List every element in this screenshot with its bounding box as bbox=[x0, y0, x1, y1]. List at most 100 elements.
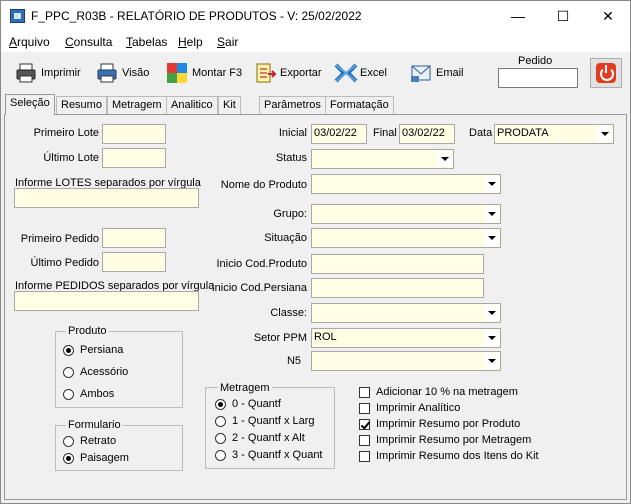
chevron-down-icon bbox=[437, 151, 452, 167]
metragem-option-0[interactable]: 0 - Quantf bbox=[215, 398, 281, 410]
check-imprimir-analitico[interactable]: Imprimir Analítico bbox=[359, 402, 460, 414]
menu-consulta[interactable]: Consulta bbox=[65, 35, 112, 49]
ultimo-pedido-label: Último Pedido bbox=[30, 257, 99, 269]
maximize-button[interactable]: ☐ bbox=[540, 1, 586, 32]
app-window: F_PPC_R03B - RELATÓRIO DE PRODUTOS - V: … bbox=[0, 0, 631, 504]
checkbox-icon bbox=[359, 386, 370, 398]
n5-select[interactable] bbox=[311, 351, 501, 371]
tab-metragem[interactable]: Metragem bbox=[107, 96, 167, 114]
primeiro-pedido-input[interactable] bbox=[102, 228, 166, 248]
classe-label: Classe: bbox=[270, 307, 307, 319]
formulario-option-paisagem[interactable]: Paisagem bbox=[63, 452, 129, 464]
email-button[interactable]: Email bbox=[410, 60, 464, 86]
tab-formatacao[interactable]: Formatação bbox=[325, 96, 394, 114]
check-adicionar-10[interactable]: Adicionar 10 % na metragem bbox=[359, 386, 518, 398]
email-icon bbox=[410, 62, 432, 84]
pedidos-list-input[interactable] bbox=[14, 291, 199, 311]
preview-printer-icon bbox=[96, 62, 118, 84]
menu-help[interactable]: Help bbox=[178, 35, 203, 49]
excel-label: Excel bbox=[360, 67, 387, 79]
excel-button[interactable]: Excel bbox=[334, 60, 387, 86]
ultimo-pedido-input[interactable] bbox=[102, 252, 166, 272]
inicial-date-input[interactable]: 03/02/22 bbox=[311, 124, 367, 144]
radio-selected-icon bbox=[63, 452, 74, 464]
nome-produto-select[interactable] bbox=[311, 174, 501, 194]
check-resumo-metragem[interactable]: Imprimir Resumo por Metragem bbox=[359, 434, 531, 446]
primeiro-pedido-label: Primeiro Pedido bbox=[20, 233, 99, 245]
exportar-button[interactable]: Exportar bbox=[254, 60, 322, 86]
metragem-option-1[interactable]: 1 - Quantf x Larg bbox=[215, 415, 315, 427]
power-button[interactable] bbox=[590, 58, 622, 88]
tab-parametros[interactable]: Parâmetros bbox=[259, 96, 326, 114]
inicio-cod-persiana-label: Inicio Cod.Persiana bbox=[211, 282, 307, 294]
radio-icon bbox=[215, 432, 226, 444]
close-button[interactable]: ✕ bbox=[585, 1, 631, 32]
data-label: Data bbox=[469, 127, 493, 139]
produto-group-title: Produto bbox=[66, 325, 109, 337]
menu-tabelas[interactable]: Tabelas bbox=[126, 35, 167, 49]
formulario-option-retrato[interactable]: Retrato bbox=[63, 435, 116, 447]
exportar-label: Exportar bbox=[280, 67, 322, 79]
n5-label: N5 bbox=[286, 355, 301, 367]
menu-arquivo[interactable]: Arquivo bbox=[9, 35, 50, 49]
imprimir-label: Imprimir bbox=[41, 67, 81, 79]
chevron-down-icon bbox=[484, 305, 499, 321]
tab-resumo[interactable]: Resumo bbox=[56, 96, 107, 114]
montar-button[interactable]: Montar F3 bbox=[166, 60, 242, 86]
puzzle-icon bbox=[166, 62, 188, 84]
printer-icon bbox=[15, 62, 37, 84]
chevron-down-icon bbox=[484, 230, 499, 246]
visao-label: Visão bbox=[122, 67, 150, 79]
status-label: Status bbox=[275, 152, 307, 164]
radio-icon bbox=[63, 388, 74, 400]
export-document-icon bbox=[254, 62, 278, 84]
classe-select[interactable] bbox=[311, 303, 501, 323]
inicio-cod-persiana-input[interactable] bbox=[311, 278, 484, 298]
radio-icon bbox=[63, 366, 74, 378]
inicio-cod-produto-label: Inicio Cod.Produto bbox=[216, 258, 308, 270]
grupo-select[interactable] bbox=[311, 204, 501, 224]
checkbox-icon bbox=[359, 450, 370, 462]
status-select[interactable] bbox=[311, 149, 454, 169]
check-resumo-produto[interactable]: Imprimir Resumo por Produto bbox=[359, 418, 520, 430]
lotes-list-input[interactable] bbox=[14, 188, 199, 208]
visao-button[interactable]: Visão bbox=[96, 60, 149, 86]
tab-selecao[interactable]: Seleção bbox=[5, 94, 55, 115]
ultimo-lote-input[interactable] bbox=[102, 148, 166, 168]
radio-selected-icon bbox=[215, 398, 226, 410]
ultimo-lote-label: Último Lote bbox=[43, 152, 99, 164]
produto-option-ambos[interactable]: Ambos bbox=[63, 388, 114, 400]
metragem-option-3[interactable]: 3 - Quantf x Quant bbox=[215, 449, 323, 461]
tab-kit[interactable]: Kit bbox=[218, 96, 241, 114]
pedido-input[interactable] bbox=[498, 68, 578, 88]
final-label: Final bbox=[373, 127, 397, 139]
chevron-down-icon bbox=[484, 206, 499, 222]
metragem-group-title: Metragem bbox=[218, 382, 272, 394]
setor-ppm-select[interactable]: ROL bbox=[311, 328, 501, 348]
selecao-panel: Primeiro Lote Último Lote Informe LOTES … bbox=[4, 114, 627, 500]
toolbar: Imprimir Visão Montar F3 Exportar Excel bbox=[1, 52, 630, 94]
checkbox-checked-icon bbox=[359, 418, 370, 430]
primeiro-lote-input[interactable] bbox=[102, 124, 166, 144]
situacao-select[interactable] bbox=[311, 228, 501, 248]
produto-option-acessorio[interactable]: Acessório bbox=[63, 366, 128, 378]
menu-sair[interactable]: Sair bbox=[217, 35, 238, 49]
menu-bar: Arquivo Consulta Tabelas Help Sair bbox=[1, 32, 630, 52]
email-label: Email bbox=[436, 67, 464, 79]
window-title: F_PPC_R03B - RELATÓRIO DE PRODUTOS - V: … bbox=[31, 9, 362, 23]
chevron-down-icon bbox=[484, 353, 499, 369]
final-date-input[interactable]: 03/02/22 bbox=[399, 124, 455, 144]
imprimir-button[interactable]: Imprimir bbox=[15, 60, 81, 86]
inicio-cod-produto-input[interactable] bbox=[311, 254, 484, 274]
nome-produto-label: Nome do Produto bbox=[220, 179, 307, 191]
produto-option-persiana[interactable]: Persiana bbox=[63, 344, 123, 356]
metragem-option-2[interactable]: 2 - Quantf x Alt bbox=[215, 432, 305, 444]
data-select[interactable]: PRODATA bbox=[494, 124, 614, 144]
radio-selected-icon bbox=[63, 344, 74, 356]
formulario-group-title: Formulario bbox=[66, 419, 123, 431]
minimize-button[interactable]: — bbox=[495, 1, 541, 32]
primeiro-lote-label: Primeiro Lote bbox=[33, 127, 99, 139]
check-resumo-itens-kit[interactable]: Imprimir Resumo dos Itens do Kit bbox=[359, 450, 539, 462]
tab-analitico[interactable]: Analitico bbox=[166, 96, 218, 114]
formulario-group bbox=[55, 425, 183, 471]
